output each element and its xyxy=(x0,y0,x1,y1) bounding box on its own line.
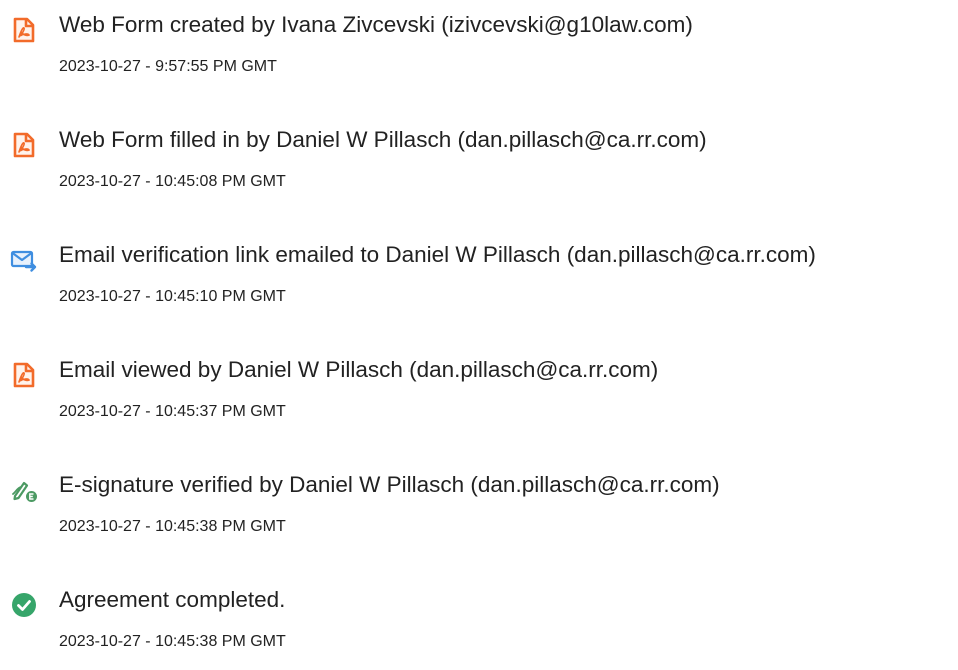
e-signature-icon xyxy=(10,476,38,504)
event-title: E-signature verified by Daniel W Pillasc… xyxy=(59,472,720,497)
pdf-document-icon xyxy=(10,131,38,159)
event-timestamp: 2023-10-27 - 10:45:10 PM GMT xyxy=(59,288,286,305)
event-timestamp: 2023-10-27 - 10:45:38 PM GMT xyxy=(59,633,286,650)
email-send-icon xyxy=(10,246,38,274)
event-timestamp: 2023-10-27 - 9:57:55 PM GMT xyxy=(59,58,277,75)
audit-event: Email verification link emailed to Danie… xyxy=(0,235,958,325)
event-title: Agreement completed. xyxy=(59,587,286,612)
pdf-document-icon xyxy=(10,16,38,44)
event-timestamp: 2023-10-27 - 10:45:37 PM GMT xyxy=(59,403,286,420)
audit-event: Web Form filled in by Daniel W Pillasch … xyxy=(0,120,958,210)
audit-event: Web Form created by Ivana Zivcevski (izi… xyxy=(0,5,958,95)
event-title: Web Form created by Ivana Zivcevski (izi… xyxy=(59,12,693,37)
event-title: Email viewed by Daniel W Pillasch (dan.p… xyxy=(59,357,659,382)
audit-event: E-signature verified by Daniel W Pillasc… xyxy=(0,465,958,555)
audit-event: Agreement completed. 2023-10-27 - 10:45:… xyxy=(0,580,958,670)
event-timestamp: 2023-10-27 - 10:45:08 PM GMT xyxy=(59,173,286,190)
event-title: Email verification link emailed to Danie… xyxy=(59,242,816,267)
audit-event: Email viewed by Daniel W Pillasch (dan.p… xyxy=(0,350,958,440)
pdf-document-icon xyxy=(10,361,38,389)
check-circle-icon xyxy=(10,591,38,619)
event-timestamp: 2023-10-27 - 10:45:38 PM GMT xyxy=(59,518,286,535)
event-title: Web Form filled in by Daniel W Pillasch … xyxy=(59,127,707,152)
